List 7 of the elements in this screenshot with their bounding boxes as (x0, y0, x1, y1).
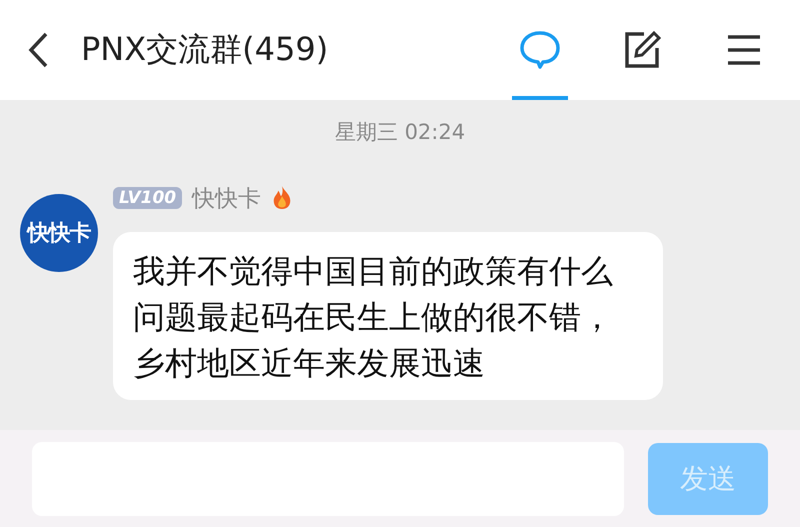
level-badge: LV100 (113, 187, 182, 209)
avatar[interactable]: 快快卡 (20, 194, 98, 272)
timestamp: 星期三 02:24 (334, 119, 466, 146)
sender-name: 快快卡 (192, 184, 262, 214)
message-bubble: 我并不觉得中国目前的政策有什么问题最起码在民生上做的很不错，乡村地区近年来发展迅速 (113, 232, 663, 400)
back-icon[interactable] (27, 31, 49, 69)
window-title: PNX交流群(459) (81, 29, 328, 70)
